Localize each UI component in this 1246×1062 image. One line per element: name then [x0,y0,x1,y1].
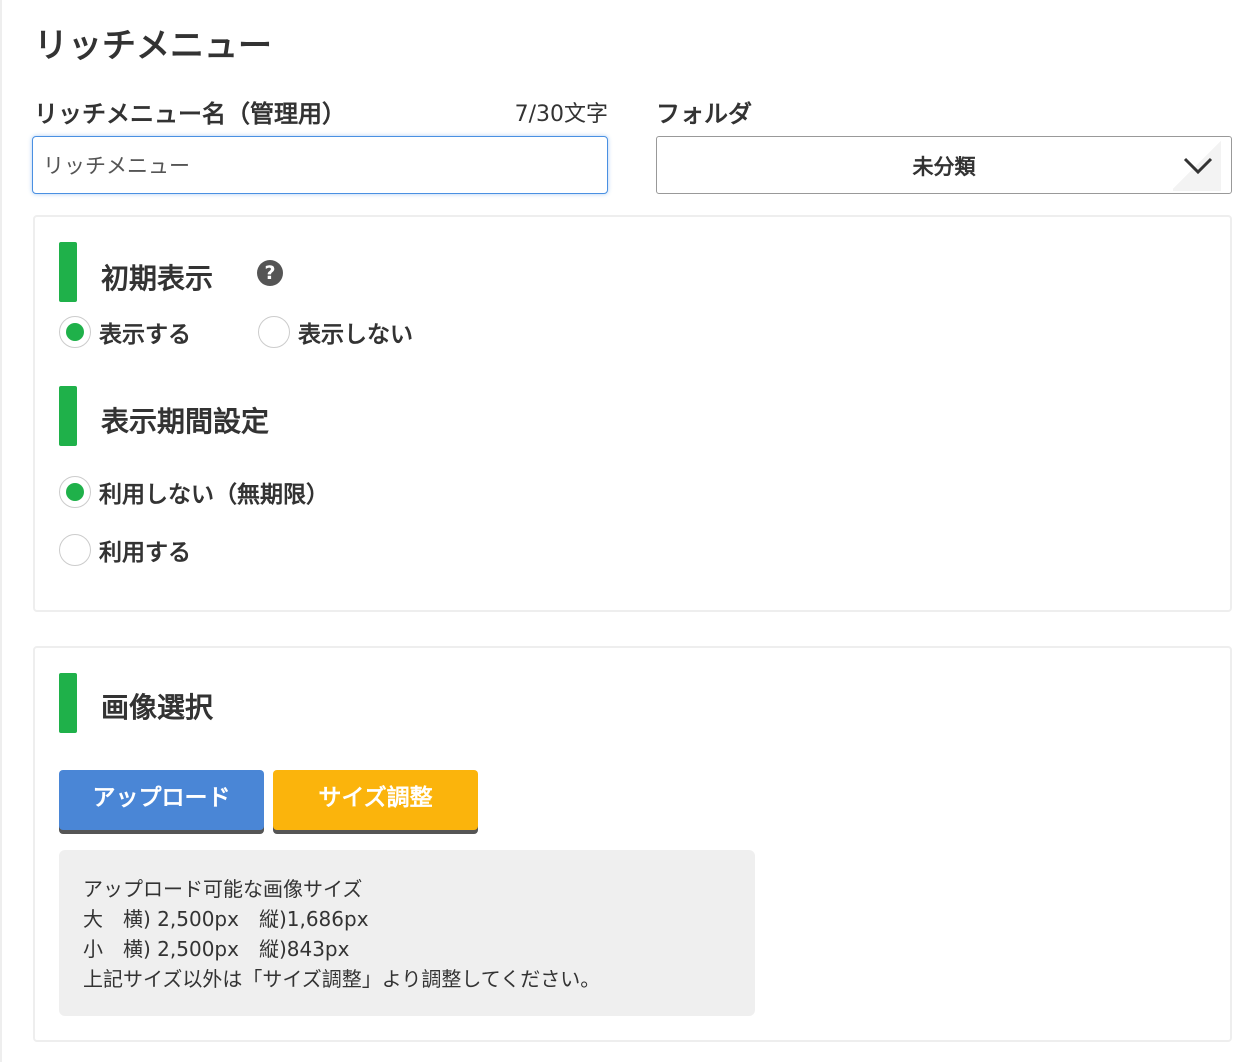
radio-hide-label: 表示しない [298,322,413,348]
radio-period-unlimited[interactable]: 利用しない（無期限） [59,475,329,509]
section-marker [59,386,77,446]
display-settings-panel: 初期表示 ? 表示する 表示しない 表示期間設定 利用しない（無期限） 利用する [33,215,1232,612]
section-marker [59,673,77,733]
info-line: 大 横) 2,500px 縦)1,686px [83,907,369,931]
radio-circle [59,316,91,348]
menu-name-input[interactable] [32,136,608,194]
radio-hide[interactable]: 表示しない [258,315,413,349]
image-select-panel: 画像選択 アップロード サイズ調整 アップロード可能な画像サイズ 大 横) 2,… [33,646,1232,1042]
section-marker [59,242,77,302]
radio-show[interactable]: 表示する [59,315,191,349]
menu-name-label: リッチメニュー名（管理用） [34,100,346,128]
info-line: 小 横) 2,500px 縦)843px [83,937,350,961]
folder-selected-value: 未分類 [912,155,976,179]
radio-show-label: 表示する [99,322,191,348]
info-line: 上記サイズ以外は「サイズ調整」より調整してください。 [83,967,601,991]
char-count: 7/30文字 [514,102,608,127]
radio-period-use[interactable]: 利用する [59,533,191,567]
image-select-title: 画像選択 [101,691,214,724]
info-line: アップロード可能な画像サイズ [83,877,363,901]
initial-display-title: 初期表示 [101,262,214,295]
folder-label: フォルダ [656,100,752,128]
radio-period-unlimited-label: 利用しない（無期限） [99,482,329,508]
folder-select[interactable]: 未分類 [656,136,1232,194]
resize-button[interactable]: サイズ調整 [273,770,478,830]
radio-circle [59,534,91,566]
radio-circle [59,476,91,508]
help-icon[interactable]: ? [257,260,283,286]
chevron-down-icon [1173,139,1221,191]
upload-button[interactable]: アップロード [59,770,264,830]
radio-period-use-label: 利用する [99,540,191,566]
display-period-title: 表示期間設定 [101,405,270,438]
page-title: リッチメニュー [34,26,272,66]
radio-circle [258,316,290,348]
image-size-info: アップロード可能な画像サイズ 大 横) 2,500px 縦)1,686px 小 … [59,850,755,1016]
page: リッチメニュー リッチメニュー名（管理用） 7/30文字 フォルダ 未分類 初期… [0,0,1246,1062]
